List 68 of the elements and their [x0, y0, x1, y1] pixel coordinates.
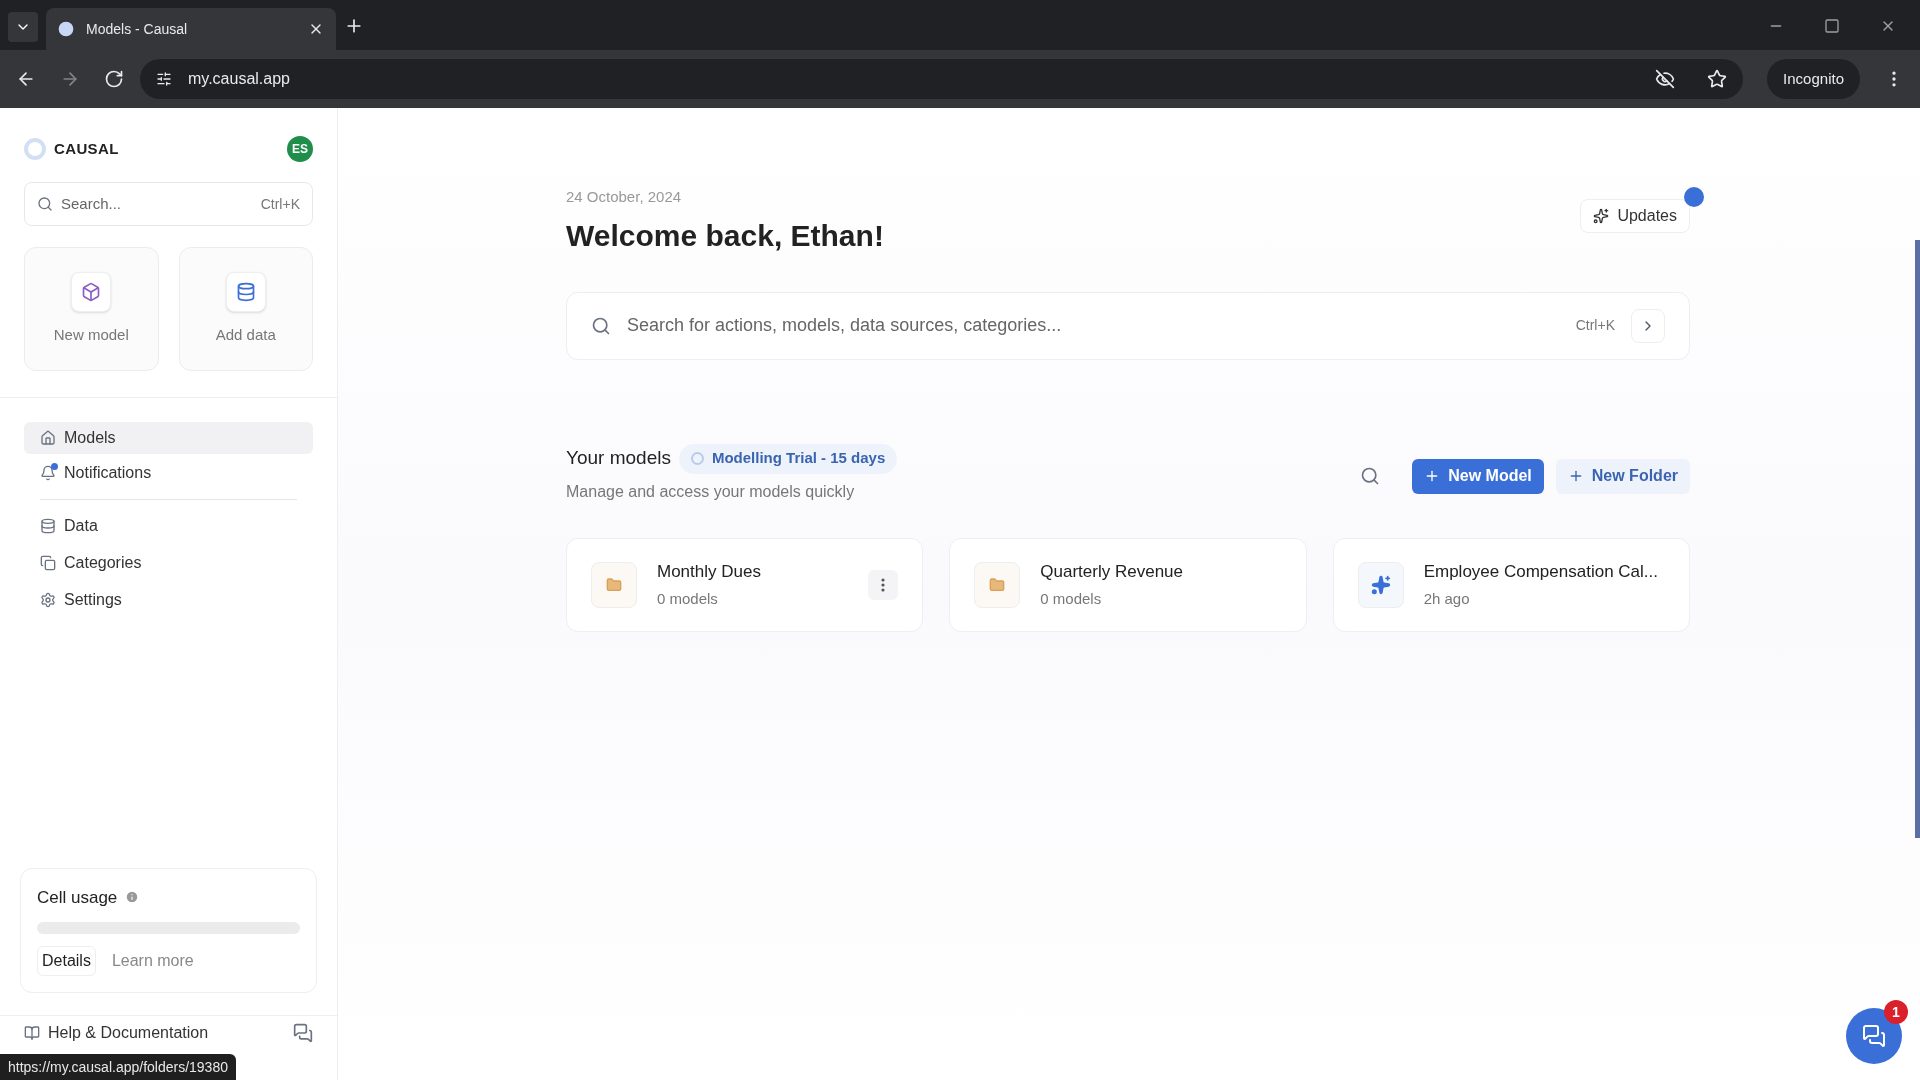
search-icon[interactable]	[1360, 466, 1381, 486]
unread-count-badge: 1	[1884, 1000, 1908, 1024]
nav-item[interactable]: Data	[24, 510, 313, 542]
search-icon	[591, 315, 611, 336]
shortcut-hint: Ctrl+K	[1575, 316, 1615, 335]
model-card[interactable]: Employee Compensation Cal... 2h ago	[1332, 537, 1690, 632]
nav-item[interactable]: Models	[24, 422, 313, 454]
command-search-field[interactable]: Search for actions, models, data sources, categories... Ctrl+K	[566, 291, 1690, 360]
search-field[interactable]: Search... Ctrl+K	[24, 182, 313, 226]
chat-bubble-icon	[1862, 1024, 1886, 1048]
section-subtitle: Manage and access your models quickly	[566, 481, 856, 502]
address-bar[interactable]: my.causal.app	[140, 59, 1744, 99]
book-icon	[24, 1025, 40, 1041]
star-icon[interactable]	[1707, 69, 1728, 89]
search-input[interactable]: Search...	[61, 192, 253, 216]
search-icon	[37, 196, 53, 212]
shortcut-hint: Ctrl+K	[260, 194, 300, 214]
updates-button[interactable]: Updates	[1580, 199, 1690, 233]
chat-launcher-button[interactable]	[1846, 1008, 1902, 1064]
database-icon	[40, 518, 56, 534]
model-card[interactable]: Monthly Dues 0 models	[566, 537, 924, 632]
site-settings-icon[interactable]	[156, 71, 172, 87]
welcome-heading: Welcome back, Ethan!	[566, 217, 884, 254]
card-title: Monthly Dues	[657, 560, 762, 583]
logo-icon	[24, 138, 46, 160]
cube-icon	[81, 281, 102, 302]
nav-item[interactable]: Settings	[24, 584, 313, 616]
stack-icon	[40, 555, 56, 571]
eye-off-icon[interactable]	[1655, 69, 1676, 89]
date-label: 24 October, 2024	[566, 187, 683, 207]
status-url-tooltip: https://my.causal.app/folders/19380	[0, 1054, 236, 1080]
sparkle-icon	[1593, 208, 1610, 224]
avatar[interactable]: ES	[287, 136, 313, 162]
details-button[interactable]: Details	[37, 946, 96, 976]
incognito-badge[interactable]: Incognito	[1767, 59, 1860, 99]
quick-action-card[interactable]: Add data	[178, 247, 313, 371]
card-meta: 2h ago	[1423, 589, 1471, 609]
help-link[interactable]: Help & Documentation	[24, 1021, 209, 1045]
card-title: Employee Compensation Cal...	[1423, 560, 1659, 583]
model-card[interactable]: Quarterly Revenue 0 models	[949, 537, 1307, 632]
trial-badge: Modelling Trial - 15 days	[678, 443, 898, 474]
cell-usage-title: Cell usage	[37, 886, 118, 909]
home-icon	[40, 430, 56, 446]
info-icon[interactable]	[125, 890, 140, 905]
nav-item[interactable]: Categories	[24, 547, 313, 579]
sparkle-icon	[1370, 574, 1391, 595]
chat-icon[interactable]	[293, 1023, 313, 1043]
card-meta: 0 models	[657, 589, 719, 609]
new-model-button[interactable]: New Model	[1412, 458, 1544, 494]
brand-name: CAUSAL	[54, 138, 119, 159]
card-title: Quarterly Revenue	[1040, 560, 1184, 583]
reload-icon[interactable]	[104, 69, 124, 89]
settings-icon	[40, 592, 56, 608]
database-icon	[235, 281, 256, 302]
card-meta: 0 models	[1040, 589, 1103, 609]
bell-icon	[40, 465, 56, 481]
browser-tab[interactable]: Models - Causal	[46, 8, 336, 50]
command-search-input[interactable]: Search for actions, models, data sources, categories...	[627, 312, 1560, 339]
learn-more-link[interactable]: Learn more	[111, 949, 194, 973]
folder-icon	[989, 576, 1006, 593]
maximize-icon[interactable]	[1824, 18, 1840, 34]
more-icon	[881, 577, 886, 592]
nav-item[interactable]: Notifications	[24, 457, 313, 489]
quick-action-card[interactable]: New model	[24, 247, 159, 371]
tab-list-button[interactable]	[8, 12, 38, 42]
section-title: Your models	[566, 446, 671, 471]
new-folder-button[interactable]: New Folder	[1555, 458, 1690, 494]
folder-icon	[606, 576, 622, 593]
